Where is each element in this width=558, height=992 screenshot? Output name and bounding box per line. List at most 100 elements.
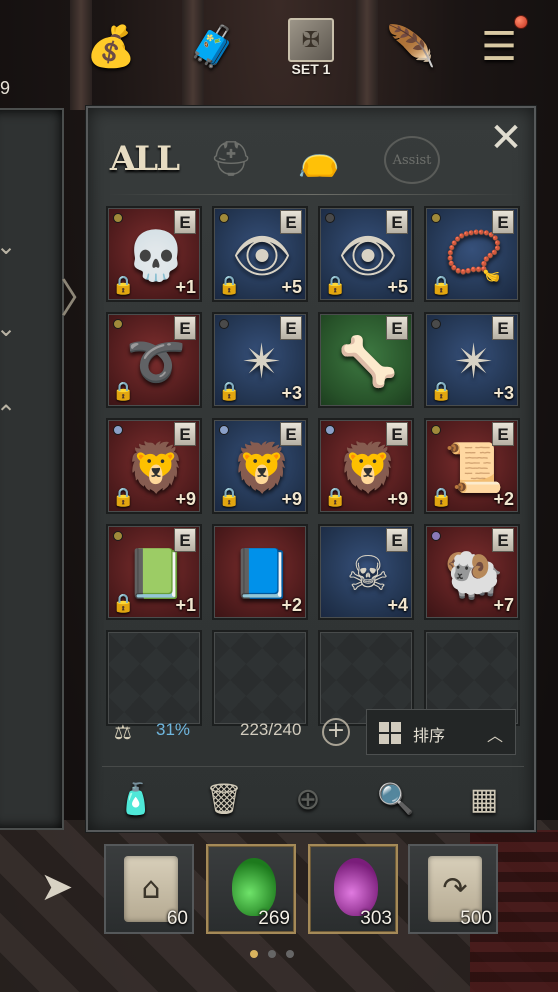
page-dot[interactable]	[286, 950, 294, 958]
equipped-badge: E	[492, 528, 514, 552]
grade-dot	[431, 531, 441, 541]
grade-dot	[113, 425, 123, 435]
inventory-slot[interactable]: 📘 +2	[212, 524, 308, 620]
slot-count: 223/240	[240, 720, 302, 739]
helmet-icon: ⛑	[209, 139, 253, 179]
empty-slot[interactable]	[106, 630, 202, 726]
inventory-grid: 💀 E 🔒 +1 👁 E 🔒 +5 👁 E 🔒 +5 📿 E 🔒 ➰ E 🔒 ✴ E 🔒 +3 🦴 E ✴ E 🔒 +3 🦁 E 🔒 +9 🦁 E…	[106, 206, 520, 726]
gold-bag-icon[interactable]: 💰	[78, 14, 144, 80]
equipped-badge: E	[492, 210, 514, 234]
equipped-badge: E	[280, 316, 302, 340]
page-dot[interactable]	[250, 950, 258, 958]
lock-icon: 🔒	[324, 487, 347, 508]
quickslot-green-potion[interactable]: 269	[206, 844, 296, 934]
trash-can-icon[interactable]: 🗑	[204, 778, 244, 822]
weight-icon: ⚖	[114, 720, 132, 744]
footer-divider	[102, 766, 524, 767]
enhance-level: +9	[387, 489, 408, 509]
expand-slots-button[interactable]: +	[322, 718, 350, 746]
background-beam	[356, 0, 378, 110]
empty-slot[interactable]	[212, 630, 308, 726]
grade-dot	[431, 425, 441, 435]
grade-dot	[219, 319, 229, 329]
gold-bag-glyph: 💰	[86, 24, 136, 70]
equipped-badge: E	[386, 210, 408, 234]
inventory-slot[interactable]: 🦴 E	[318, 312, 414, 408]
grade-dot	[325, 213, 335, 223]
search-icon[interactable]: 🔍	[376, 778, 416, 822]
quickslot-count: 60	[166, 908, 188, 929]
lock-icon: 🔒	[112, 593, 135, 614]
inventory-slot[interactable]: ☠ E +4	[318, 524, 414, 620]
inventory-slot[interactable]: 🦁 E 🔒 +9	[318, 418, 414, 514]
close-button[interactable]: ✕	[484, 116, 528, 160]
sort-dropdown[interactable]: 排序 ︿	[366, 709, 516, 755]
enhance-level: +3	[281, 383, 302, 403]
quickbar-arrow-icon[interactable]: ➤	[40, 862, 74, 912]
quickslot-count: 303	[360, 908, 392, 929]
enhance-level: +1	[175, 277, 196, 297]
inventory-slot[interactable]: ✴ E 🔒 +3	[424, 312, 520, 408]
offscreen-value: 9	[0, 78, 11, 98]
quickslot-return-scroll[interactable]: ⌂ 60	[104, 844, 194, 934]
equipped-badge: E	[280, 422, 302, 446]
inventory-slot[interactable]: 💀 E 🔒 +1	[106, 206, 202, 302]
lock-icon: 🔒	[218, 487, 241, 508]
inventory-slot[interactable]: 🐏 E +7	[424, 524, 520, 620]
potion-bottle-icon[interactable]: 🧴	[116, 778, 156, 822]
lock-icon: 🔒	[112, 487, 135, 508]
grade-dot	[113, 531, 123, 541]
zoom-in-icon[interactable]: ⊕	[288, 778, 328, 822]
grade-dot	[431, 319, 441, 329]
equipped-badge: E	[174, 528, 196, 552]
inventory-slot[interactable]: 📜 E 🔒 +2	[424, 418, 520, 514]
lock-icon: 🔒	[112, 275, 135, 296]
tab-armor[interactable]: ⛑	[206, 130, 256, 188]
equipped-badge: E	[492, 422, 514, 446]
chevron-down-icon[interactable]: ⌄	[0, 316, 20, 340]
chevron-down-icon[interactable]: ⌄	[0, 234, 20, 258]
lock-icon: 🔒	[430, 487, 453, 508]
panel-collapse-arrow-icon[interactable]: 〉	[60, 274, 100, 324]
quickslot-count: 500	[460, 908, 492, 929]
inventory-slot[interactable]: ➰ E 🔒	[106, 312, 202, 408]
trade-chest-glyph: 🧳	[188, 24, 238, 70]
enhance-level: +9	[175, 489, 196, 509]
equipped-badge: E	[386, 528, 408, 552]
page-dot[interactable]	[268, 950, 276, 958]
lock-icon: 🔒	[430, 275, 453, 296]
grid-view-icon[interactable]: ▦	[464, 778, 504, 822]
sort-grid-icon	[379, 722, 401, 744]
tab-consumables[interactable]: 👝	[294, 130, 344, 188]
equipped-badge: E	[174, 210, 196, 234]
tab-all[interactable]: ALL	[110, 130, 180, 188]
inventory-slot[interactable]: 👁 E 🔒 +5	[318, 206, 414, 302]
left-side-panel: ⌄ ⌄ ⌃	[0, 108, 64, 830]
lock-icon: 🔒	[218, 275, 241, 296]
tab-assist[interactable]: Assist	[384, 136, 440, 184]
inventory-slot[interactable]: 📗 E 🔒 +1	[106, 524, 202, 620]
quickslot-count: 269	[258, 908, 290, 929]
inventory-slot[interactable]: 🦁 E 🔒 +9	[106, 418, 202, 514]
inventory-slot[interactable]: ✴ E 🔒 +3	[212, 312, 308, 408]
chevron-up-icon[interactable]: ⌃	[0, 402, 20, 426]
quickslot-purple-potion[interactable]: 303	[308, 844, 398, 934]
equipment-set-icon[interactable]: ✠	[288, 18, 334, 62]
inventory-slot[interactable]: 📿 E 🔒	[424, 206, 520, 302]
quickbar-page-indicator	[250, 950, 294, 958]
inventory-slot[interactable]: 🦁 E 🔒 +9	[212, 418, 308, 514]
quickslot-teleport-scroll[interactable]: ↷ 500	[408, 844, 498, 934]
trade-chest-icon[interactable]: 🧳	[180, 14, 246, 80]
grade-dot	[431, 213, 441, 223]
grade-dot	[325, 425, 335, 435]
weight-percent: 31%	[156, 720, 191, 739]
equipped-badge: E	[280, 210, 302, 234]
inventory-slot[interactable]: 👁 E 🔒 +5	[212, 206, 308, 302]
quill-mail-icon[interactable]: 🪶	[378, 14, 444, 80]
enhance-level: +5	[281, 277, 302, 297]
enhance-level: +4	[387, 595, 408, 615]
grade-dot	[219, 425, 229, 435]
enhance-level: +3	[493, 383, 514, 403]
enhance-level: +1	[175, 595, 196, 615]
lock-icon: 🔒	[112, 381, 135, 402]
